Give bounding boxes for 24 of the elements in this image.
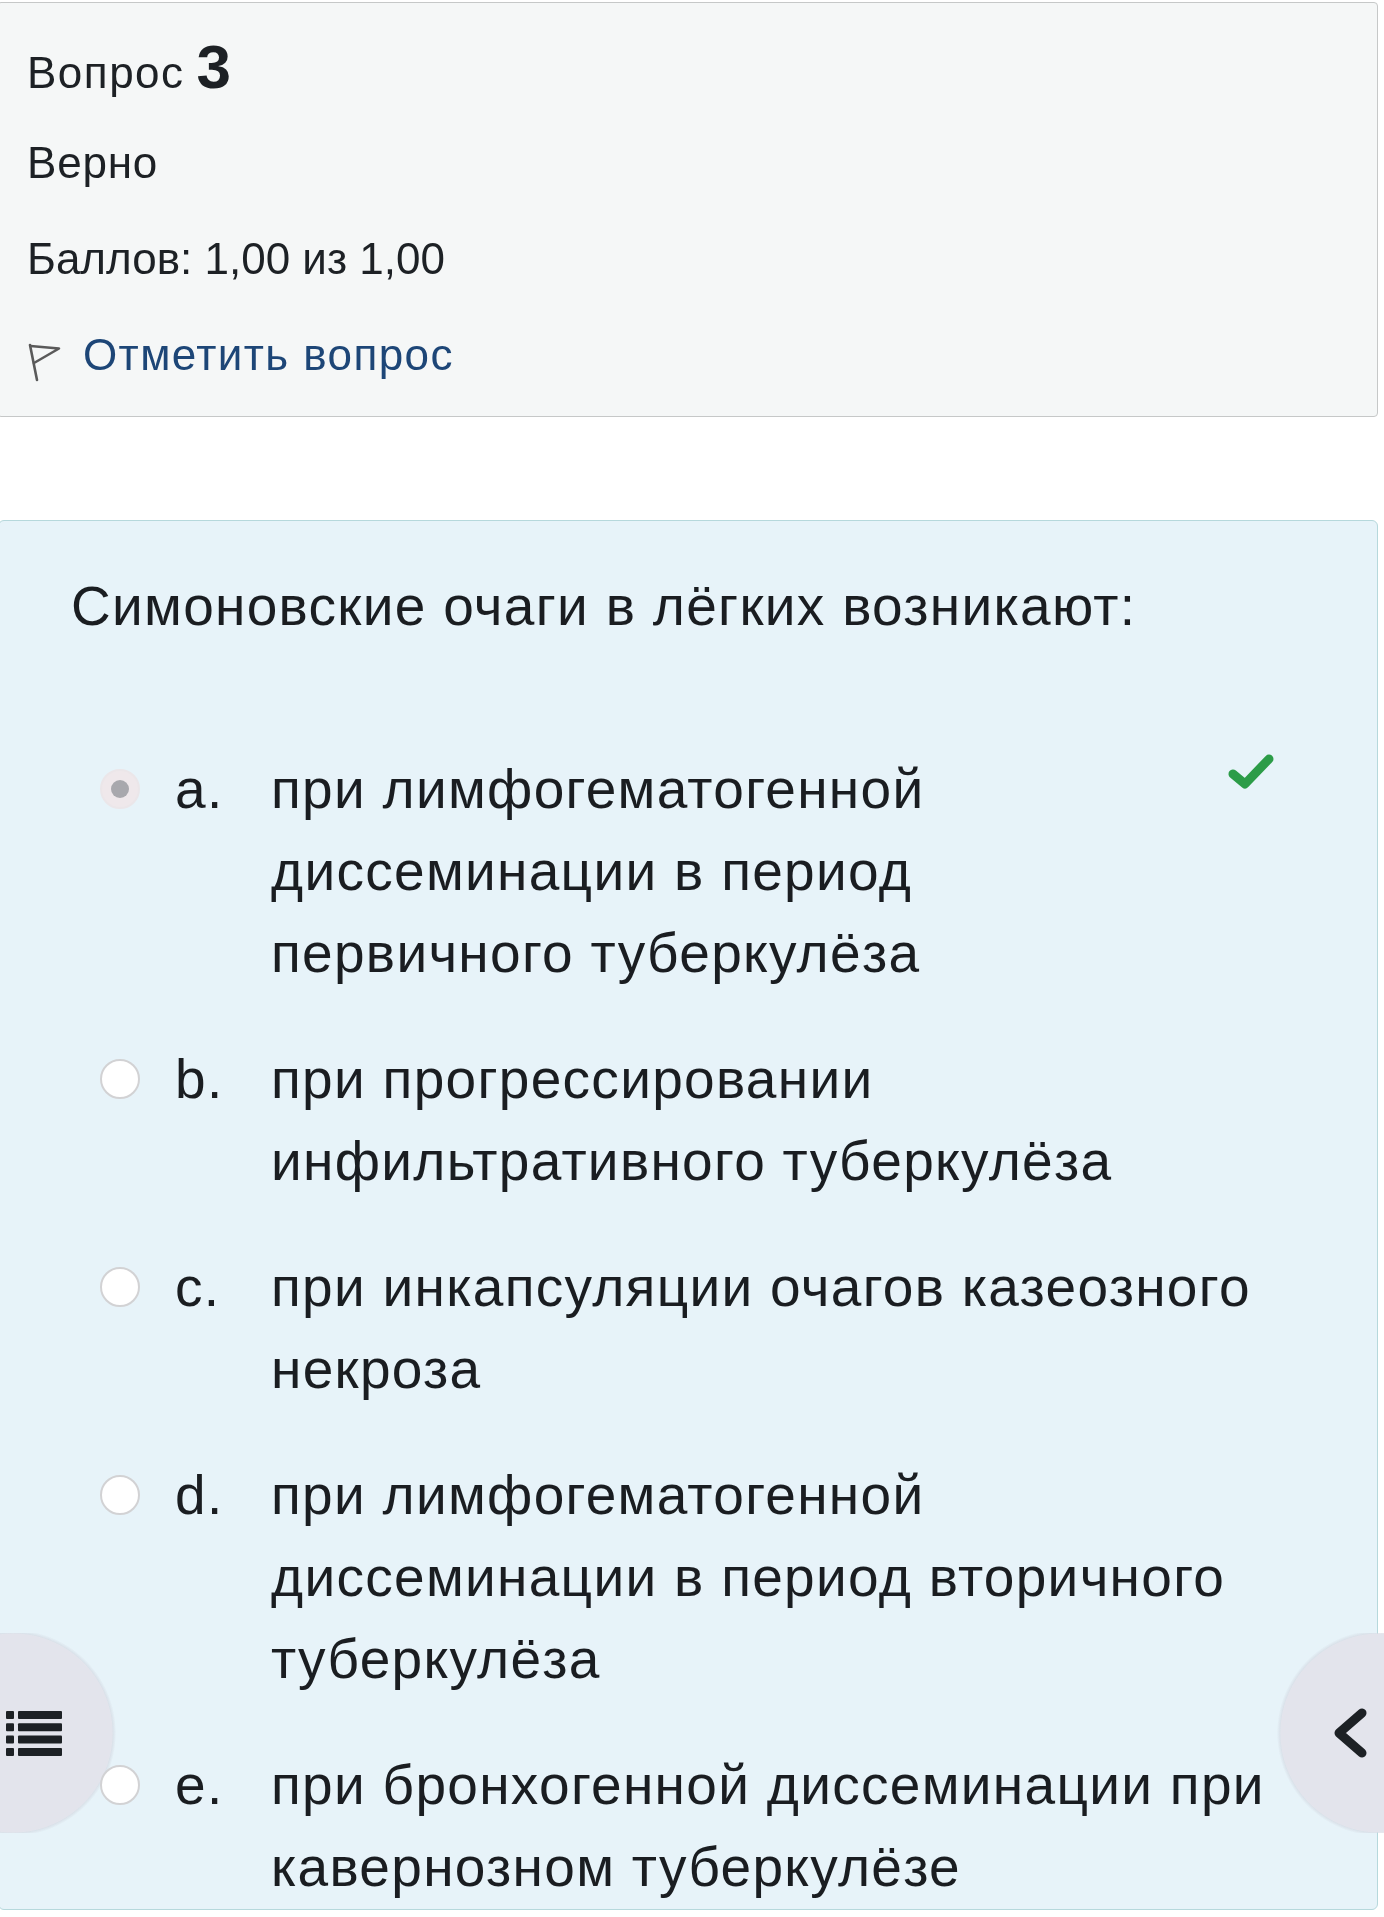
- option-letter: d.: [175, 1463, 225, 1528]
- option-text: при лимфогематогенной диссеминации в период первичного туберкулёза: [271, 757, 926, 986]
- option-letter: a.: [175, 757, 225, 822]
- option-text: при прогрессировании инфильтративного туберкулёза: [271, 1047, 1114, 1194]
- radio-button[interactable]: [100, 1267, 140, 1307]
- question-number: 3: [196, 32, 232, 102]
- question-status: Верно: [27, 137, 159, 189]
- option-letter: b.: [175, 1047, 225, 1112]
- radio-button[interactable]: [100, 769, 140, 809]
- question-text: Симоновские очаги в лёгких возникают:: [71, 574, 1138, 639]
- radio-button[interactable]: [100, 1765, 140, 1805]
- flag-question-link[interactable]: Отметить вопрос: [27, 325, 454, 385]
- option-text: при инкапсуляции очагов казеозного некроза: [271, 1255, 1252, 1402]
- radio-button[interactable]: [100, 1059, 140, 1099]
- question-grade: Баллов: 1,00 из 1,00: [27, 233, 445, 285]
- flag-icon: [27, 342, 61, 382]
- chevron-left-icon: [1333, 1708, 1367, 1758]
- option-text: при лимфогематогенной диссеминации в период вторичного туберкулёза: [271, 1463, 1227, 1692]
- list-icon: [6, 1710, 62, 1756]
- radio-button[interactable]: [100, 1475, 140, 1515]
- option-letter: e.: [175, 1753, 225, 1818]
- option-text: при бронхогенной диссеминации при кавернозном туберкулёзе: [271, 1753, 1266, 1900]
- question-label: Вопрос: [27, 47, 185, 99]
- option-letter: c.: [175, 1255, 222, 1320]
